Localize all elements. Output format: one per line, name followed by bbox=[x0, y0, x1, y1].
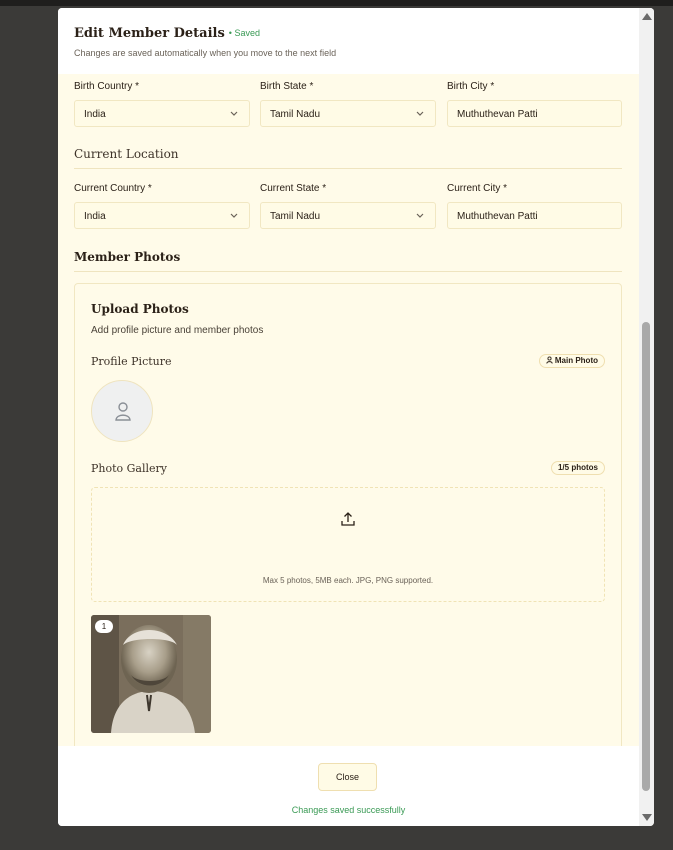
modal-header: Edit Member Details • Saved Changes are s… bbox=[58, 8, 654, 75]
member-photo bbox=[91, 615, 211, 733]
section-divider bbox=[74, 168, 622, 169]
birth-country-select[interactable]: India bbox=[74, 100, 250, 127]
chevron-down-icon bbox=[416, 111, 424, 116]
autosave-hint: Changes are saved automatically when you… bbox=[74, 48, 337, 58]
birth-city-label: Birth City * bbox=[447, 81, 495, 92]
birth-country-label: Birth Country * bbox=[74, 81, 140, 92]
saved-indicator: • Saved bbox=[228, 28, 260, 38]
user-small-icon bbox=[546, 356, 553, 364]
main-photo-badge: Main Photo bbox=[538, 354, 605, 368]
chevron-down-icon bbox=[230, 213, 238, 218]
scrollbar[interactable] bbox=[639, 8, 654, 826]
current-country-value: India bbox=[84, 211, 106, 222]
background-top-strip bbox=[0, 0, 673, 6]
current-city-input[interactable]: Muthuthevan Patti bbox=[447, 202, 622, 229]
save-status-message: Changes saved successfully bbox=[291, 805, 406, 815]
current-country-select[interactable]: India bbox=[74, 202, 250, 229]
edit-member-modal: Edit Member Details • Saved Changes are s… bbox=[58, 8, 654, 826]
upload-photos-card: Upload Photos Add profile picture and me… bbox=[74, 283, 622, 746]
scroll-up-arrow-icon[interactable] bbox=[642, 13, 652, 20]
photo-gallery-label: Photo Gallery bbox=[91, 462, 168, 475]
current-state-select[interactable]: Tamil Nadu bbox=[260, 202, 436, 229]
birth-state-value: Tamil Nadu bbox=[270, 109, 321, 120]
gallery-photo-thumbnail[interactable]: 1 bbox=[91, 615, 211, 733]
member-photos-heading: Member Photos bbox=[74, 250, 181, 264]
current-country-label: Current Country * bbox=[74, 183, 152, 194]
modal-footer: Close Changes saved successfully bbox=[58, 746, 639, 826]
modal-body[interactable]: Birth Country * India Birth State * Tami… bbox=[58, 74, 639, 746]
current-state-value: Tamil Nadu bbox=[270, 211, 321, 222]
upload-photos-title: Upload Photos bbox=[91, 302, 189, 316]
chevron-down-icon bbox=[416, 213, 424, 218]
birth-country-value: India bbox=[84, 109, 106, 120]
profile-picture-label: Profile Picture bbox=[91, 355, 172, 368]
user-icon bbox=[115, 402, 131, 421]
birth-city-input[interactable]: Muthuthevan Patti bbox=[447, 100, 622, 127]
birth-city-value: Muthuthevan Patti bbox=[457, 109, 538, 120]
current-city-value: Muthuthevan Patti bbox=[457, 211, 538, 222]
profile-picture-avatar[interactable] bbox=[91, 380, 153, 442]
close-button[interactable]: Close bbox=[318, 763, 377, 791]
photo-index-badge: 1 bbox=[95, 620, 113, 633]
photo-upload-dropzone[interactable]: Max 5 photos, 5MB each. JPG, PNG support… bbox=[91, 487, 605, 602]
modal-title: Edit Member Details • Saved bbox=[74, 26, 260, 41]
chevron-down-icon bbox=[230, 111, 238, 116]
birth-state-select[interactable]: Tamil Nadu bbox=[260, 100, 436, 127]
birth-state-label: Birth State * bbox=[260, 81, 314, 92]
scroll-down-arrow-icon[interactable] bbox=[642, 814, 652, 821]
upload-photos-subtitle: Add profile picture and member photos bbox=[91, 325, 264, 336]
section-divider bbox=[74, 271, 622, 272]
photo-count-badge: 1/5 photos bbox=[550, 461, 605, 475]
current-location-heading: Current Location bbox=[74, 147, 179, 161]
main-photo-badge-text: Main Photo bbox=[554, 356, 598, 365]
upload-hint: Max 5 photos, 5MB each. JPG, PNG support… bbox=[262, 576, 434, 585]
current-state-label: Current State * bbox=[260, 183, 327, 194]
scrollbar-thumb[interactable] bbox=[642, 322, 650, 791]
modal-title-text: Edit Member Details bbox=[74, 26, 225, 41]
upload-icon bbox=[341, 512, 355, 526]
current-city-label: Current City * bbox=[447, 183, 508, 194]
